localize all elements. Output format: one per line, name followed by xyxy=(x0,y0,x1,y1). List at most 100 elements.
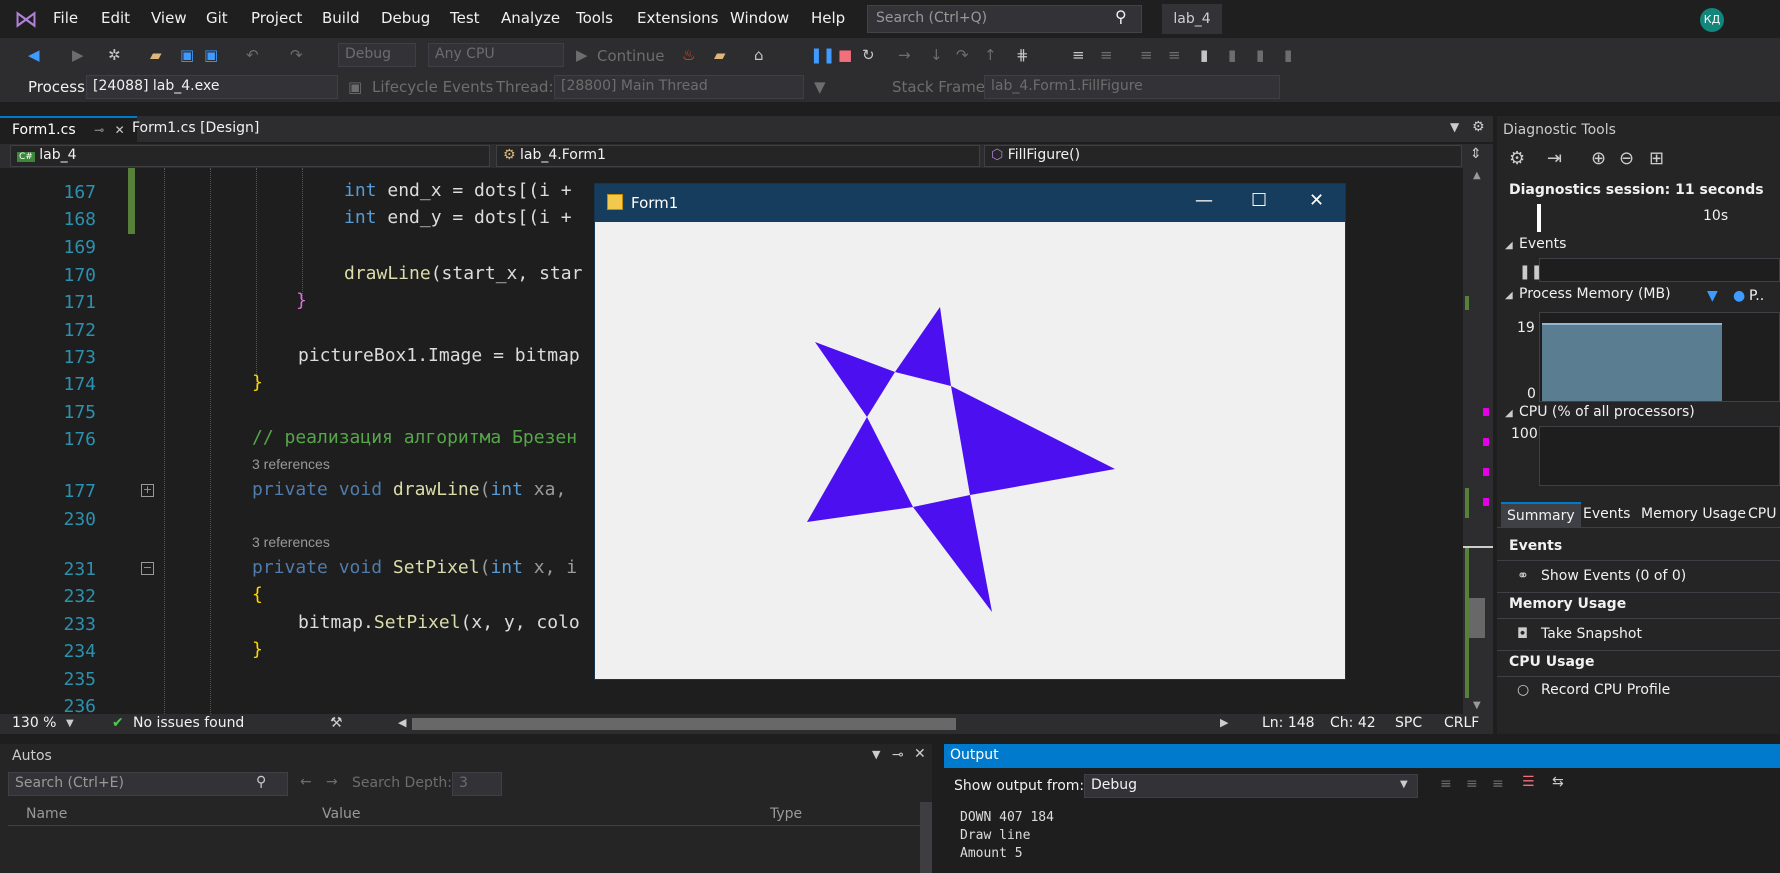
settings-gear-icon[interactable]: ⚙ xyxy=(1509,148,1525,169)
minimize-icon[interactable]: — xyxy=(1195,190,1213,211)
tab-form1-cs[interactable]: Form1.cs ⊸ ✕ xyxy=(0,116,137,142)
uncomment-icon[interactable]: ≡ xyxy=(1168,46,1181,64)
zoom-out-icon[interactable]: ⊖ xyxy=(1619,148,1634,169)
search-forward-icon[interactable]: → xyxy=(326,774,338,790)
pin-icon[interactable]: ⊸ xyxy=(892,747,904,763)
comment-icon[interactable]: ≡ xyxy=(1140,46,1153,64)
find-in-files-icon[interactable]: ▰ xyxy=(714,46,726,64)
tab-memory-usage[interactable]: Memory Usage xyxy=(1635,502,1752,526)
reset-view-icon[interactable]: ⊞ xyxy=(1649,148,1664,169)
scroll-right-icon[interactable]: ▶ xyxy=(1220,716,1228,729)
vertical-scrollbar[interactable]: ▲ ▼ xyxy=(1463,168,1493,714)
save-icon[interactable]: ▣ xyxy=(180,46,194,64)
code-cleanup-icon[interactable]: ⚒ xyxy=(330,715,343,731)
restart-icon[interactable]: ↻ xyxy=(862,46,875,64)
record-cpu-profile-button[interactable]: Record CPU Profile xyxy=(1541,682,1670,698)
close-icon[interactable]: ✕ xyxy=(1309,190,1324,211)
clear-all-icon[interactable]: ☰ xyxy=(1522,774,1535,790)
browse-icon[interactable]: ⌂ xyxy=(754,46,764,64)
scroll-thumb[interactable] xyxy=(1469,598,1485,638)
lifecycle-events-dropdown[interactable]: Lifecycle Events xyxy=(372,78,493,96)
word-wrap-icon[interactable]: ⇆ xyxy=(1552,774,1564,790)
show-events-link[interactable]: Show Events (0 of 0) xyxy=(1541,568,1686,584)
search-icon[interactable]: ⚲ xyxy=(256,774,266,790)
redo-icon[interactable]: ↷ xyxy=(290,46,303,64)
next-bookmark-icon[interactable]: ▮ xyxy=(1256,46,1264,64)
step-over-icon[interactable]: ↷ xyxy=(956,46,969,64)
timeline-cursor[interactable] xyxy=(1537,204,1541,232)
chevron-down-icon[interactable]: ▼ xyxy=(66,718,74,729)
platform-dropdown[interactable]: Any CPU xyxy=(428,43,564,67)
take-snapshot-button[interactable]: Take Snapshot xyxy=(1541,626,1642,642)
collapse-icon[interactable]: ◢ xyxy=(1505,240,1513,251)
tab-cpu[interactable]: CPU xyxy=(1742,502,1780,526)
stack-frame-dropdown[interactable]: lab_4.Form1.FillFigure xyxy=(984,75,1280,99)
menu-build[interactable]: Build xyxy=(322,9,360,27)
indent-icon[interactable]: ≡ xyxy=(1100,46,1113,64)
scroll-down-icon[interactable]: ▼ xyxy=(1473,700,1481,711)
filter-icon[interactable]: ▼ xyxy=(814,78,826,96)
column-value[interactable]: Value xyxy=(322,806,360,822)
chevron-down-icon[interactable]: ▼ xyxy=(1400,779,1408,790)
prev-bookmark-icon[interactable]: ▮ xyxy=(1228,46,1236,64)
collapse-icon[interactable]: − xyxy=(141,562,154,575)
avatar[interactable]: КД xyxy=(1700,8,1724,32)
open-file-icon[interactable]: ▰ xyxy=(150,46,162,64)
tab-events[interactable]: Events xyxy=(1577,502,1636,526)
collapse-icon[interactable]: ◢ xyxy=(1505,290,1513,301)
horizontal-scroll-thumb[interactable] xyxy=(412,718,956,730)
step-into-icon[interactable]: ↓ xyxy=(930,46,943,64)
stop-icon[interactable]: ■ xyxy=(838,46,852,64)
search-icon[interactable]: ⚲ xyxy=(1115,7,1127,26)
find-message-icon[interactable]: ≡ xyxy=(1440,776,1452,792)
lifecycle-events-icon[interactable]: ▣ xyxy=(348,78,362,96)
step-out-icon[interactable]: ↑ xyxy=(984,46,997,64)
maximize-icon[interactable]: ☐ xyxy=(1251,190,1267,211)
menu-test[interactable]: Test xyxy=(450,9,480,27)
class-dropdown[interactable]: ⚙ lab_4.Form1 xyxy=(496,145,980,167)
clear-bookmarks-icon[interactable]: ▮ xyxy=(1284,46,1292,64)
tab-overflow-icon[interactable]: ▼ xyxy=(1450,120,1459,134)
collapse-icon[interactable]: ◢ xyxy=(1505,408,1513,419)
show-next-statement-icon[interactable]: → xyxy=(898,46,911,64)
scroll-left-icon[interactable]: ◀ xyxy=(398,716,406,729)
search-input[interactable]: Search (Ctrl+Q) xyxy=(867,5,1142,33)
thread-dropdown[interactable]: [28800] Main Thread xyxy=(554,75,804,99)
menu-extensions[interactable]: Extensions xyxy=(637,9,718,27)
form1-window[interactable]: Form1 — ☐ ✕ xyxy=(594,183,1346,680)
zoom-in-icon[interactable]: ⊕ xyxy=(1591,148,1606,169)
member-dropdown[interactable]: ⬡ FillFigure() xyxy=(984,145,1462,167)
project-dropdown[interactable]: C# lab_4 xyxy=(10,145,490,167)
menu-help[interactable]: Help xyxy=(811,9,845,27)
output-source-dropdown[interactable]: Debug xyxy=(1084,774,1418,798)
process-dropdown[interactable]: [24088] lab_4.exe xyxy=(86,75,338,99)
autos-scrollbar[interactable] xyxy=(920,802,932,873)
hex-display-icon[interactable]: ⋕ xyxy=(1016,46,1029,64)
menu-window[interactable]: Window xyxy=(730,9,789,27)
zoom-dropdown[interactable]: 130 % xyxy=(12,715,56,731)
split-icon[interactable]: ⇕ xyxy=(1470,146,1482,162)
continue-button[interactable]: Continue xyxy=(597,47,664,65)
pin-icon[interactable]: ⊸ xyxy=(94,123,104,137)
search-back-icon[interactable]: ← xyxy=(300,774,312,790)
hot-reload-icon[interactable]: ♨ xyxy=(682,46,695,64)
menu-git[interactable]: Git xyxy=(206,9,228,27)
code-lens-references[interactable]: 3 references xyxy=(252,456,330,472)
settings-gear-icon[interactable]: ⚙ xyxy=(1472,119,1485,135)
expand-icon[interactable]: + xyxy=(141,484,154,497)
close-icon[interactable]: ✕ xyxy=(914,746,926,762)
prev-message-icon[interactable]: ≡ xyxy=(1466,776,1478,792)
next-message-icon[interactable]: ≡ xyxy=(1492,776,1504,792)
menu-debug[interactable]: Debug xyxy=(381,9,430,27)
search-depth-dropdown[interactable]: 3 xyxy=(452,772,502,796)
save-all-icon[interactable]: ▣ xyxy=(204,46,218,64)
window-position-icon[interactable]: ▼ xyxy=(872,748,880,761)
pause-icon[interactable]: ❚❚ xyxy=(810,46,835,64)
bookmark-icon[interactable]: ▮ xyxy=(1200,46,1208,64)
menu-analyze[interactable]: Analyze xyxy=(501,9,560,27)
code-lens-references[interactable]: 3 references xyxy=(252,534,330,550)
visual-studio-logo-icon[interactable]: ⋈ xyxy=(14,6,40,32)
column-name[interactable]: Name xyxy=(26,806,67,822)
new-project-icon[interactable]: ✲ xyxy=(108,46,121,64)
menu-edit[interactable]: Edit xyxy=(101,9,130,27)
